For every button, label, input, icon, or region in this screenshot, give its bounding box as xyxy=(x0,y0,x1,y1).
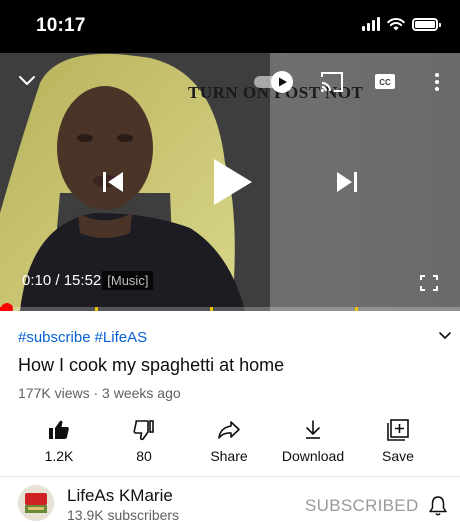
subscriber-count: 13.9K subscribers xyxy=(67,507,180,522)
progress-bar[interactable] xyxy=(0,307,460,311)
wifi-icon xyxy=(387,18,405,31)
previous-video-icon[interactable] xyxy=(100,169,126,195)
video-player[interactable]: TURN ON POST NOT CC 0:10 / 15:52 [Music] xyxy=(0,53,460,311)
hashtag-link[interactable]: #subscribe xyxy=(18,329,91,346)
channel-avatar[interactable] xyxy=(18,485,54,521)
dislike-button[interactable]: 80 xyxy=(104,414,184,464)
status-bar: 10:17 xyxy=(0,0,460,53)
action-bar: 1.2K 80 Share Download Save xyxy=(0,414,460,466)
subscribed-button[interactable]: SUBSCRIBED xyxy=(305,496,419,516)
share-label: Share xyxy=(210,448,248,464)
status-time: 10:17 xyxy=(36,15,86,36)
download-label: Download xyxy=(281,448,345,464)
thumbs-down-icon xyxy=(133,420,154,441)
cellular-signal-icon xyxy=(362,17,380,31)
notification-bell-icon[interactable] xyxy=(428,495,448,517)
video-title[interactable]: How I cook my spaghetti at home xyxy=(18,355,284,376)
time-separator: / xyxy=(51,272,64,289)
channel-row: LifeAs KMarie 13.9K subscribers SUBSCRIB… xyxy=(0,477,460,522)
cast-icon[interactable] xyxy=(320,71,344,93)
more-options-icon[interactable] xyxy=(430,71,444,93)
chapter-marker xyxy=(355,307,358,311)
status-icons xyxy=(362,17,441,31)
current-time: 0:10 xyxy=(22,272,52,289)
chapter-marker xyxy=(210,307,213,311)
share-button[interactable]: Share xyxy=(189,414,269,464)
closed-captions-icon[interactable]: CC xyxy=(374,73,396,90)
fullscreen-icon[interactable] xyxy=(418,273,440,293)
autoplay-toggle[interactable] xyxy=(252,71,294,93)
hashtag-link[interactable]: #LifeAS xyxy=(95,329,148,346)
like-count: 1.2K xyxy=(44,448,74,464)
time-readout: 0:10 / 15:52 [Music] xyxy=(22,271,154,290)
channel-name[interactable]: LifeAs KMarie xyxy=(67,486,173,506)
channel-logo-icon xyxy=(18,485,54,521)
thumbs-up-icon xyxy=(49,420,69,439)
video-meta: 177K views · 3 weeks ago xyxy=(18,385,181,401)
chapter-marker xyxy=(95,307,98,311)
download-button[interactable]: Download xyxy=(273,414,353,464)
play-icon[interactable] xyxy=(208,157,254,207)
download-icon xyxy=(306,420,320,439)
next-video-icon[interactable] xyxy=(334,169,360,195)
scrubber-handle[interactable] xyxy=(1,303,14,311)
battery-icon xyxy=(412,17,441,31)
duration: 15:52 xyxy=(63,272,102,289)
save-button[interactable]: Save xyxy=(358,414,438,464)
svg-text:CC: CC xyxy=(379,78,391,87)
video-hashtags: #subscribe #LifeAS xyxy=(18,329,151,346)
expand-description-chevron-icon[interactable] xyxy=(438,330,452,342)
share-icon xyxy=(218,421,240,439)
collapse-player-chevron-icon[interactable] xyxy=(16,69,38,91)
caption-text: [Music] xyxy=(102,271,154,290)
add-to-playlist-icon xyxy=(387,419,409,441)
like-button[interactable]: 1.2K xyxy=(19,414,99,464)
save-label: Save xyxy=(382,448,414,464)
dislike-count: 80 xyxy=(136,448,152,464)
